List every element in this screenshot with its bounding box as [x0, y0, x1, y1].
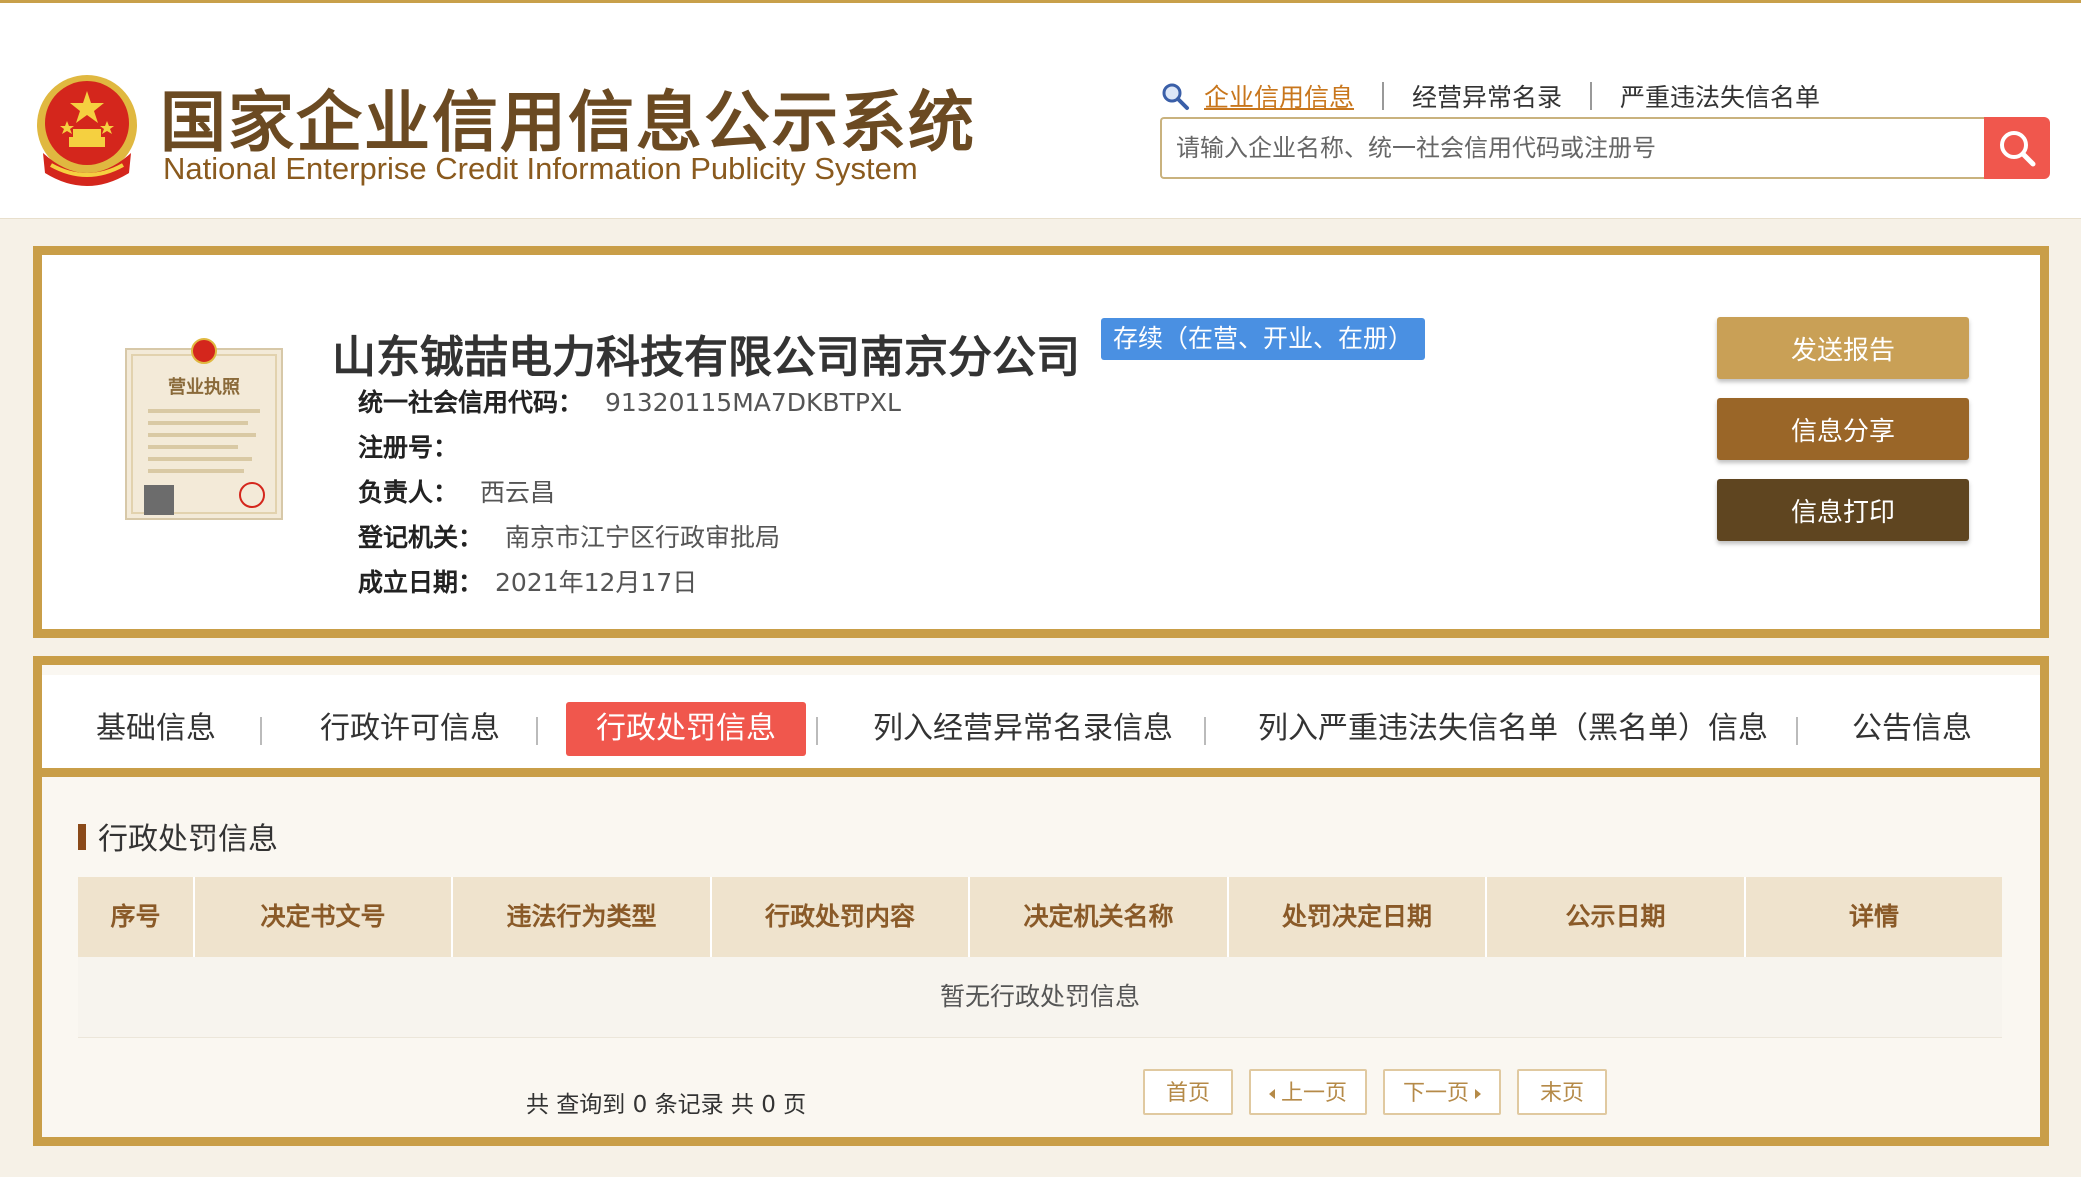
- prev-page-button[interactable]: 上一页: [1249, 1069, 1367, 1115]
- send-report-button[interactable]: 发送报告: [1717, 317, 1969, 379]
- business-license-icon[interactable]: 营业执照: [124, 337, 284, 523]
- nav-abnormal-list[interactable]: 经营异常名录: [1412, 78, 1562, 114]
- search-category-nav: 企业信用信息 经营异常名录 严重违法失信名单: [1160, 79, 1820, 113]
- search-icon: [2000, 131, 2036, 167]
- tab-divider: [1204, 717, 1206, 745]
- field-label: 注册号：: [358, 433, 459, 462]
- column-header: 处罚决定日期: [1229, 877, 1487, 957]
- status-badge: 存续（在营、开业、在册）: [1101, 318, 1426, 360]
- field-label: 负责人：: [358, 478, 459, 507]
- tab-divider: [1796, 717, 1798, 745]
- info-row-registration-authority: 登记机关： 南京市江宁区行政审批局: [358, 518, 780, 554]
- tab-announcements[interactable]: 公告信息: [1852, 702, 1972, 756]
- tab-divider: [260, 717, 262, 745]
- tab-basic-info[interactable]: 基础信息: [96, 702, 216, 756]
- tab-blacklist[interactable]: 列入严重违法失信名单（黑名单）信息: [1258, 702, 1768, 756]
- last-page-button[interactable]: 末页: [1517, 1069, 1607, 1115]
- magnifier-icon: [1162, 83, 1189, 110]
- button-label: 上一页: [1280, 1081, 1347, 1106]
- nav-divider: [1382, 82, 1385, 110]
- column-header: 行政处罚内容: [712, 877, 970, 957]
- next-page-button[interactable]: 下一页: [1383, 1069, 1501, 1115]
- info-row-principal: 负责人： 西云昌: [358, 473, 555, 509]
- penalty-table: 序号 决定书文号 违法行为类型 行政处罚内容 决定机关名称 处罚决定日期 公示日…: [78, 877, 2002, 1038]
- first-page-button[interactable]: 首页: [1143, 1069, 1233, 1115]
- search-input[interactable]: [1160, 117, 1984, 179]
- nav-blacklist[interactable]: 严重违法失信名单: [1620, 78, 1820, 114]
- national-emblem-icon: [37, 75, 137, 186]
- tabs-panel: 基础信息 行政许可信息 行政处罚信息 列入经营异常名录信息 列入严重违法失信名单…: [33, 656, 2049, 1146]
- tab-divider: [816, 717, 818, 745]
- svg-text:营业执照: 营业执照: [168, 376, 240, 398]
- button-label: 下一页: [1402, 1081, 1469, 1106]
- section-title-marker: [78, 824, 86, 850]
- column-header: 决定机关名称: [970, 877, 1229, 957]
- button-label: 末页: [1539, 1081, 1584, 1106]
- company-name: 山东铖喆电力科技有限公司南京分公司: [332, 332, 1080, 383]
- column-header: 序号: [78, 877, 195, 957]
- field-value: 西云昌: [479, 478, 555, 507]
- section-title: 行政处罚信息: [98, 822, 278, 857]
- site-title-en: National Enterprise Credit Information P…: [163, 151, 918, 186]
- field-label: 成立日期：: [358, 568, 484, 597]
- chevron-right-icon: [1475, 1089, 1481, 1099]
- print-info-button[interactable]: 信息打印: [1717, 479, 1969, 541]
- search-button[interactable]: [1984, 117, 2050, 179]
- table-header: 序号 决定书文号 违法行为类型 行政处罚内容 决定机关名称 处罚决定日期 公示日…: [78, 877, 2002, 957]
- tab-bar: 基础信息 行政许可信息 行政处罚信息 列入经营异常名录信息 列入严重违法失信名单…: [42, 675, 2040, 777]
- info-row-established-date: 成立日期： 2021年12月17日: [358, 563, 697, 599]
- site-header: 国家企业信用信息公示系统 National Enterprise Credit …: [0, 3, 2081, 219]
- tab-admin-license[interactable]: 行政许可信息: [320, 702, 500, 756]
- column-header: 违法行为类型: [453, 877, 712, 957]
- field-value: 91320115MA7DKBTPXL: [604, 388, 901, 417]
- field-label: 登记机关：: [358, 523, 484, 552]
- chevron-left-icon: [1268, 1089, 1275, 1099]
- tab-abnormal-list[interactable]: 列入经营异常名录信息: [873, 702, 1173, 756]
- share-info-button[interactable]: 信息分享: [1717, 398, 1969, 460]
- info-row-reg-number: 注册号：: [358, 428, 458, 464]
- nav-divider: [1590, 82, 1593, 110]
- pager-summary: 共 查询到 0 条记录 共 0 页: [526, 1092, 807, 1118]
- company-info-card: 营业执照 山东铖喆电力科技有限公司南京分公司 存续（在营、开业、在册） 统一社会…: [33, 246, 2049, 638]
- field-value: 南京市江宁区行政审批局: [504, 523, 780, 552]
- info-row-credit-code: 统一社会信用代码： 91320115MA7DKBTPXL: [358, 383, 901, 419]
- column-header: 公示日期: [1487, 877, 1746, 957]
- button-label: 首页: [1165, 1081, 1210, 1106]
- column-header: 详情: [1848, 902, 1899, 931]
- nav-enterprise-credit[interactable]: 企业信用信息: [1204, 78, 1354, 114]
- field-label: 统一社会信用代码：: [358, 388, 584, 417]
- empty-table-message: 暂无行政处罚信息: [78, 957, 2002, 1038]
- field-value: 2021年12月17日: [494, 568, 698, 597]
- column-header: 决定书文号: [195, 877, 453, 957]
- tab-divider: [536, 717, 538, 745]
- tab-admin-penalty[interactable]: 行政处罚信息: [566, 702, 806, 756]
